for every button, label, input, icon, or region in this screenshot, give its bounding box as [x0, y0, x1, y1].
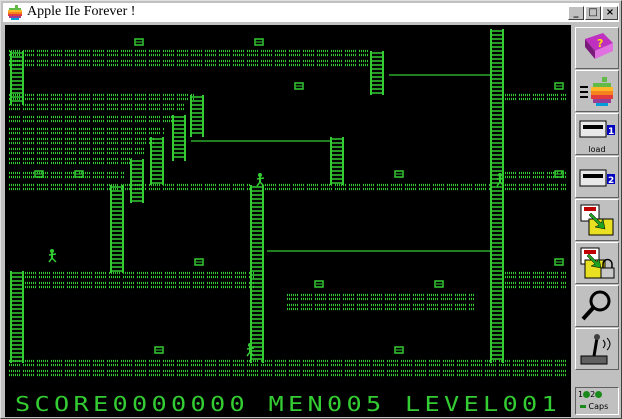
- enemy-guard-head: [258, 173, 262, 177]
- joystick-icon: [580, 334, 611, 365]
- status-panel: 12 Caps: [575, 387, 619, 415]
- drive-1-label: load: [588, 145, 606, 154]
- magnifier-button[interactable]: [575, 285, 619, 327]
- help-book-icon: ?: [585, 33, 613, 59]
- enemy-guard-arms: [496, 177, 505, 180]
- caps-led: [580, 405, 586, 408]
- enemy-guard-head: [498, 173, 502, 177]
- emulator-window: Apple IIe Forever ! _ □ × SCORE0000000 M…: [0, 0, 622, 419]
- player-runner-arms: [246, 347, 255, 350]
- enemy-guard-leg: [51, 257, 57, 263]
- svg-text:?: ?: [597, 37, 603, 50]
- save-disk-icon: [580, 204, 614, 236]
- game-canvas[interactable]: SCORE0000000 MEN005 LEVEL001: [5, 25, 571, 417]
- apple-menu-icon: [580, 77, 613, 106]
- drive-2-badge: 2: [608, 176, 614, 186]
- enemy-guard-arms: [256, 177, 265, 180]
- magnifier-icon: [581, 290, 611, 321]
- emulator-screen[interactable]: SCORE0000000 MEN005 LEVEL001: [5, 25, 571, 417]
- title-bar[interactable]: Apple IIe Forever ! _ □ ×: [3, 3, 619, 22]
- enemy-guard-arms: [48, 253, 57, 256]
- emulator-toolbar: ? 1 load 2 1 2 Caps: [573, 25, 620, 417]
- lock-disk-button[interactable]: [575, 242, 619, 284]
- lock-disk-icon: [580, 247, 615, 279]
- close-button[interactable]: ×: [602, 6, 618, 20]
- apple-menu-button[interactable]: [575, 70, 619, 112]
- player-runner-head: [248, 343, 252, 347]
- score-status-line: SCORE0000000 MEN005 LEVEL001: [15, 392, 561, 416]
- drive-leds: 12: [578, 390, 603, 399]
- caps-indicator-row: Caps: [580, 402, 608, 411]
- caps-label: Caps: [588, 402, 609, 411]
- disk-drive-2-icon: 2: [579, 169, 615, 187]
- minimize-button[interactable]: _: [568, 6, 584, 20]
- disk-drive-1-icon: 1: [579, 120, 615, 138]
- drive-2-led: [595, 391, 603, 398]
- joystick-button[interactable]: [575, 328, 619, 370]
- maximize-button[interactable]: □: [585, 6, 601, 20]
- help-button[interactable]: ?: [575, 27, 619, 69]
- drive-2-button[interactable]: 2: [575, 156, 619, 198]
- window-title: Apple IIe Forever !: [27, 4, 136, 19]
- drive-1-badge: 1: [608, 127, 614, 137]
- enemy-guard-head: [50, 249, 54, 253]
- apple-logo-icon: [8, 5, 22, 20]
- drive-1-button[interactable]: 1 load: [575, 113, 619, 155]
- save-disk-button[interactable]: [575, 199, 619, 241]
